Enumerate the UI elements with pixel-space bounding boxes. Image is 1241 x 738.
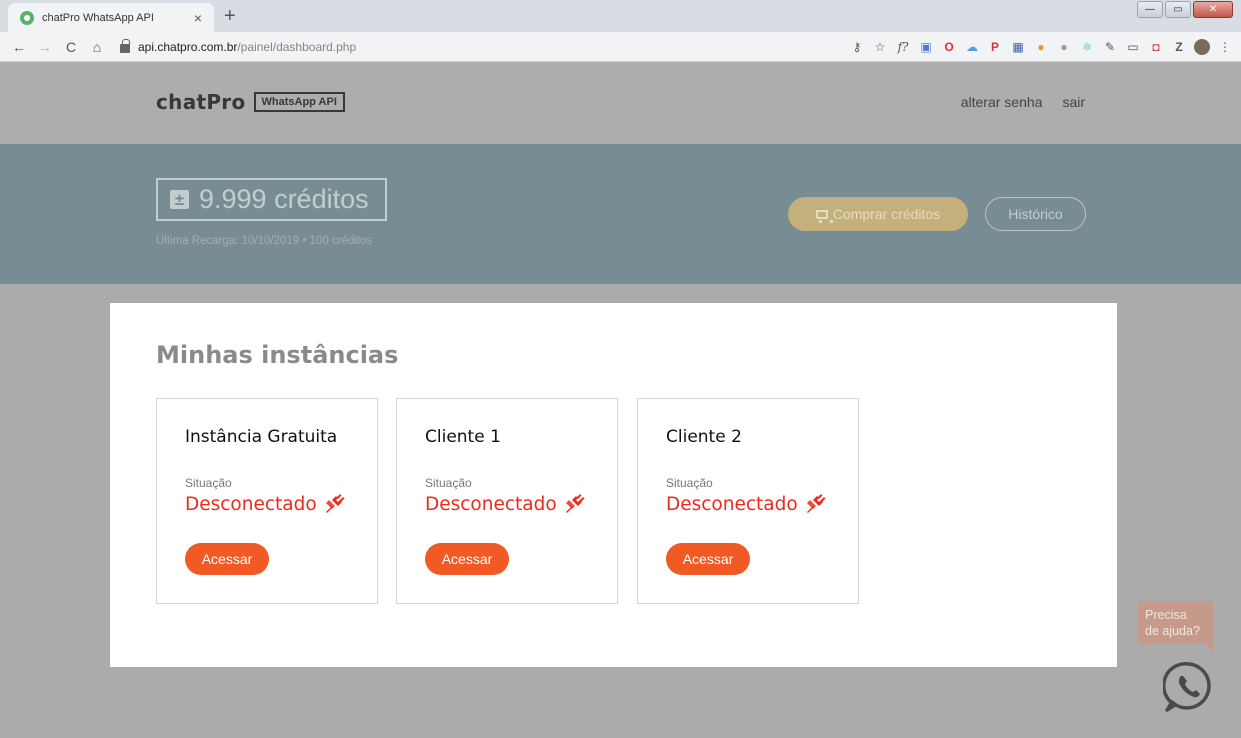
tab-close-icon[interactable]: × — [190, 10, 206, 26]
address-bar[interactable]: api.chatpro.com.br /painel/dashboard.php — [120, 39, 357, 54]
tab-title: chatPro WhatsApp API — [42, 11, 154, 24]
chatpro-logo[interactable]: chatPro WhatsApp API — [156, 90, 345, 114]
help-line-1: Precisa — [1145, 608, 1187, 622]
status-value: Desconectado — [185, 493, 345, 515]
access-button[interactable]: Acessar — [666, 543, 750, 575]
home-icon[interactable]: ⌂ — [84, 39, 110, 55]
instance-name: Cliente 2 — [666, 427, 742, 447]
unplugged-icon — [563, 493, 585, 515]
minimize-button[interactable]: — — [1137, 1, 1163, 18]
chatpro-favicon-icon — [20, 10, 34, 25]
instances-modal: Minhas instâncias Instância Gratuita Sit… — [110, 303, 1117, 667]
window-controls: — ▭ ✕ — [1137, 1, 1233, 18]
browser-toolbar: ← → C ⌂ api.chatpro.com.br /painel/dashb… — [0, 32, 1241, 62]
change-password-link[interactable]: alterar senha — [961, 94, 1043, 110]
url-host: api.chatpro.com.br — [138, 39, 238, 54]
status-text: Desconectado — [185, 493, 317, 515]
pip-icon[interactable]: ▭ — [1125, 39, 1141, 55]
access-button[interactable]: Acessar — [185, 543, 269, 575]
globe-icon[interactable]: ● — [1056, 39, 1072, 55]
browser-tab[interactable]: chatPro WhatsApp API × — [8, 3, 214, 32]
status-text: Desconectado — [666, 493, 798, 515]
calendar-icon[interactable]: ▦ — [1010, 39, 1026, 55]
unplugged-icon — [323, 493, 345, 515]
eyedropper-icon[interactable]: ✎ — [1102, 39, 1118, 55]
translate-icon[interactable]: ▣ — [918, 39, 934, 55]
status-label: Situação — [666, 476, 713, 490]
maximize-button[interactable]: ▭ — [1165, 1, 1191, 18]
buy-credits-label: Comprar créditos — [832, 206, 941, 222]
status-text: Desconectado — [425, 493, 557, 515]
close-window-button[interactable]: ✕ — [1193, 1, 1233, 18]
credits-box: ± 9.999 créditos — [156, 178, 387, 221]
credits-amount: 9.999 créditos — [199, 184, 369, 214]
credits-band: ± 9.999 créditos Última Recarga: 10/10/2… — [0, 144, 1241, 284]
key-icon[interactable]: ⚷ — [849, 39, 865, 55]
instance-card: Cliente 2 Situação Desconectado Acessar — [637, 398, 859, 604]
formula-icon[interactable]: f? — [895, 39, 911, 55]
status-value: Desconectado — [666, 493, 826, 515]
header-links: alterar senha sair — [961, 94, 1085, 110]
site-header: chatPro WhatsApp API alterar senha sair — [0, 62, 1241, 144]
back-icon[interactable]: ← — [6, 39, 32, 55]
help-bubble[interactable]: Precisa de ajuda? — [1138, 601, 1213, 652]
lock-icon — [120, 39, 130, 53]
reload-icon[interactable]: C — [58, 39, 84, 55]
status-label: Situação — [425, 476, 472, 490]
profile-avatar[interactable] — [1194, 39, 1210, 55]
instance-name: Instância Gratuita — [185, 427, 338, 447]
instance-name: Cliente 1 — [425, 427, 501, 447]
status-label: Situação — [185, 476, 232, 490]
star-icon[interactable]: ☆ — [872, 39, 888, 55]
whatsapp-icon[interactable] — [1161, 661, 1215, 713]
cart-icon — [815, 209, 833, 223]
cloud-icon[interactable]: ☁ — [964, 39, 980, 55]
extensions-area: ⚷ ☆ f? ▣ O ☁ P ▦ ● ● ⚛ ✎ ▭ ◘ Z ⋮ — [849, 32, 1233, 62]
instance-card: Instância Gratuita Situação Desconectado… — [156, 398, 378, 604]
palette-icon[interactable]: ● — [1033, 39, 1049, 55]
logout-link[interactable]: sair — [1062, 94, 1085, 110]
menu-dots-icon[interactable]: ⋮ — [1217, 39, 1233, 55]
instance-card: Cliente 1 Situação Desconectado Acessar — [396, 398, 618, 604]
modal-title: Minhas instâncias — [156, 341, 399, 369]
opera-icon[interactable]: O — [941, 39, 957, 55]
plus-minus-icon: ± — [170, 190, 189, 209]
zotero-icon[interactable]: Z — [1171, 39, 1187, 55]
unplugged-icon — [804, 493, 826, 515]
forward-icon[interactable]: → — [32, 39, 58, 55]
help-line-2: de ajuda? — [1145, 624, 1200, 638]
status-value: Desconectado — [425, 493, 585, 515]
last-recharge: Última Recarga: 10/10/2019 • 100 crédito… — [156, 235, 373, 247]
react-icon[interactable]: ⚛ — [1079, 39, 1095, 55]
new-tab-button[interactable]: + — [224, 5, 236, 27]
browser-tab-bar: chatPro WhatsApp API × + — ▭ ✕ — [0, 0, 1241, 32]
history-button[interactable]: Histórico — [985, 197, 1086, 231]
pinterest-icon[interactable]: P — [987, 39, 1003, 55]
pocket-icon[interactable]: ◘ — [1148, 39, 1164, 55]
access-button[interactable]: Acessar — [425, 543, 509, 575]
url-path: /painel/dashboard.php — [237, 39, 357, 54]
buy-credits-button[interactable]: Comprar créditos — [788, 197, 968, 231]
logo-text: chatPro — [156, 90, 246, 114]
logo-badge: WhatsApp API — [253, 92, 345, 112]
